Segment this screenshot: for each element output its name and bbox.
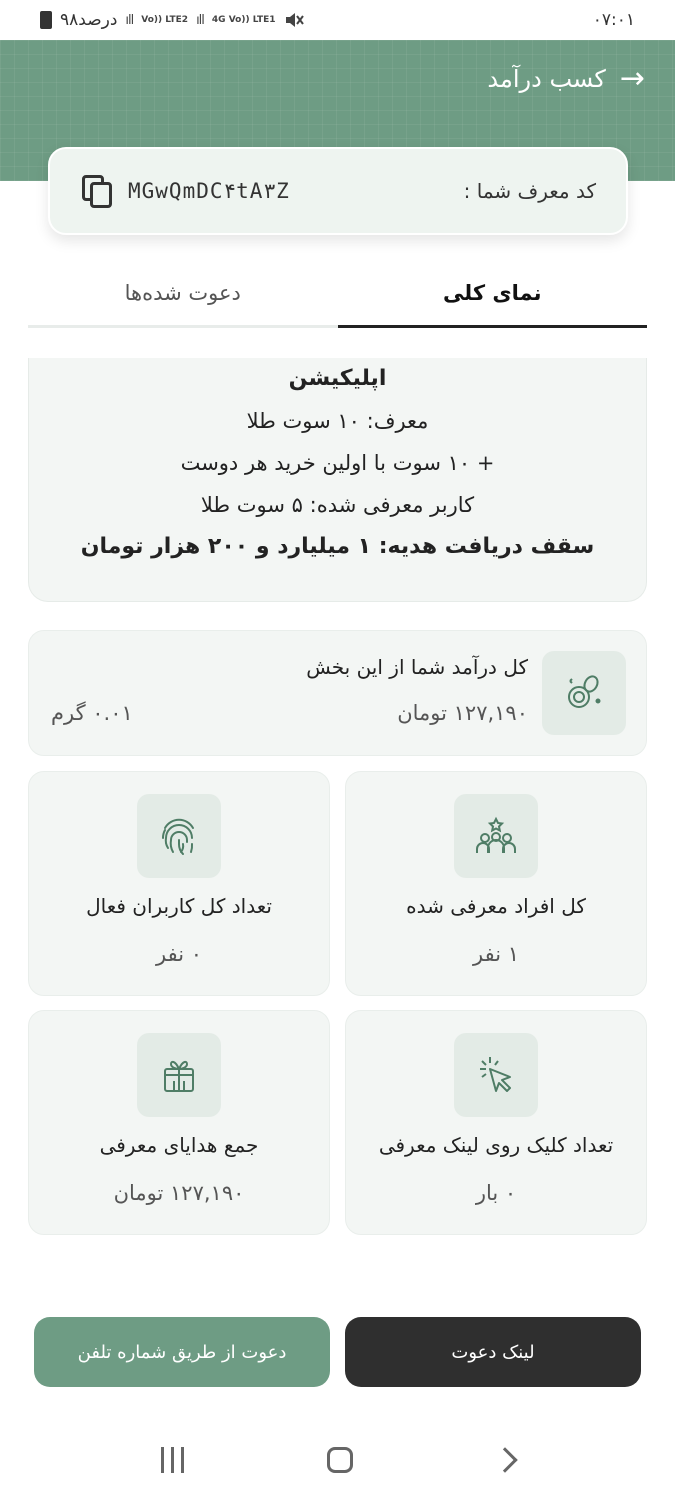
clicks-value: ۰ بار bbox=[475, 1181, 517, 1205]
referral-code-group: MGwQmDC۴tA۳Z bbox=[80, 173, 290, 209]
total-income-card: کل درآمد شما از این بخش ۱۲۷,۱۹۰ تومان ۰.… bbox=[28, 630, 647, 756]
active-users-value: ۰ نفر bbox=[155, 942, 202, 966]
system-nav-bar bbox=[0, 1420, 675, 1500]
tabs: دعوت شده‌ها نمای کلی bbox=[28, 260, 647, 328]
stat-card-referral-gifts: جمع هدایای معرفی ۱۲۷,۱۹۰ تومان bbox=[28, 1010, 330, 1235]
tab-invited[interactable]: دعوت شده‌ها bbox=[28, 260, 338, 325]
back-chevron-icon[interactable] bbox=[491, 1447, 518, 1473]
total-income-gram: ۰.۰۱ گرم bbox=[51, 701, 133, 725]
fingerprint-icon bbox=[161, 818, 194, 855]
stat-card-link-clicks: تعداد کلیک روی لینک معرفی ۰ بار bbox=[345, 1010, 647, 1235]
tab-overview[interactable]: نمای کلی bbox=[337, 260, 647, 328]
gifts-icon-box bbox=[137, 1033, 221, 1117]
header-title-row: → کسب درآمد bbox=[487, 64, 645, 94]
info-line-referrer: معرف: ۱۰ سوت طلا bbox=[246, 409, 429, 433]
invited-label: کل افراد معرفی شده bbox=[406, 894, 586, 918]
battery-icon bbox=[40, 11, 52, 29]
total-income-icon-box bbox=[542, 651, 626, 735]
stat-card-active-users: تعداد کل کاربران فعال ۰ نفر bbox=[28, 771, 330, 996]
reward-info-card: اپلیکیشن معرف: ۱۰ سوت طلا + ۱۰ سوت با او… bbox=[28, 358, 647, 602]
status-left: ۹۸درصد ıll Vo)) LTE2 ıll 4G Vo)) LTE1 bbox=[40, 10, 304, 30]
cursor-click-icon bbox=[480, 1057, 511, 1092]
coins-icon bbox=[568, 675, 601, 708]
invited-icon-box bbox=[454, 794, 538, 878]
info-line-first-purchase: + ۱۰ سوت با اولین خرید هر دوست bbox=[180, 451, 495, 475]
people-icon bbox=[476, 816, 516, 853]
page-title: کسب درآمد bbox=[487, 65, 606, 93]
copy-icon[interactable] bbox=[80, 173, 114, 209]
status-bar: ۹۸درصد ıll Vo)) LTE2 ıll 4G Vo)) LTE1 ۰۷… bbox=[0, 0, 675, 40]
total-income-title: کل درآمد شما از این بخش bbox=[306, 655, 528, 679]
home-icon[interactable] bbox=[326, 1447, 353, 1473]
info-line-referred: کاربر معرفی شده: ۵ سوت طلا bbox=[200, 493, 475, 517]
invited-value: ۱ نفر bbox=[472, 942, 519, 966]
recent-apps-icon[interactable] bbox=[161, 1447, 185, 1473]
referral-code: MGwQmDC۴tA۳Z bbox=[128, 179, 290, 203]
invite-by-phone-button[interactable]: دعوت از طریق شماره تلفن bbox=[34, 1317, 330, 1387]
signal-icon: ıll bbox=[125, 12, 134, 28]
network-label-1: Vo)) LTE2 bbox=[141, 14, 189, 25]
clicks-icon-box bbox=[454, 1033, 538, 1117]
gift-icon bbox=[164, 1060, 194, 1092]
gifts-label: جمع هدایای معرفی bbox=[99, 1133, 259, 1157]
stat-card-invited: کل افراد معرفی شده ۱ نفر bbox=[345, 771, 647, 996]
referral-code-card: MGwQmDC۴tA۳Z کد معرف شما : bbox=[48, 147, 628, 235]
clicks-label: تعداد کلیک روی لینک معرفی bbox=[378, 1133, 614, 1157]
clock: ۰۷:۰۱ bbox=[592, 10, 635, 30]
gifts-value: ۱۲۷,۱۹۰ تومان bbox=[113, 1181, 245, 1205]
info-line-cap: سقف دریافت هدیه: ۱ میلیارد و ۲۰۰ هزار تو… bbox=[80, 534, 595, 559]
network-label-2: 4G Vo)) LTE1 bbox=[211, 14, 276, 25]
back-arrow-icon[interactable]: → bbox=[620, 64, 645, 94]
active-users-icon-box bbox=[137, 794, 221, 878]
active-users-label: تعداد کل کاربران فعال bbox=[86, 894, 272, 918]
signal-icon-2: ıll bbox=[196, 12, 205, 28]
battery-percent: ۹۸درصد bbox=[60, 10, 118, 30]
total-income-toman: ۱۲۷,۱۹۰ تومان bbox=[397, 701, 528, 725]
invite-link-button[interactable]: لینک دعوت bbox=[345, 1317, 641, 1387]
mute-icon bbox=[285, 13, 304, 27]
info-line-app: اپلیکیشن bbox=[288, 366, 387, 391]
referral-code-label: کد معرف شما : bbox=[463, 179, 596, 203]
